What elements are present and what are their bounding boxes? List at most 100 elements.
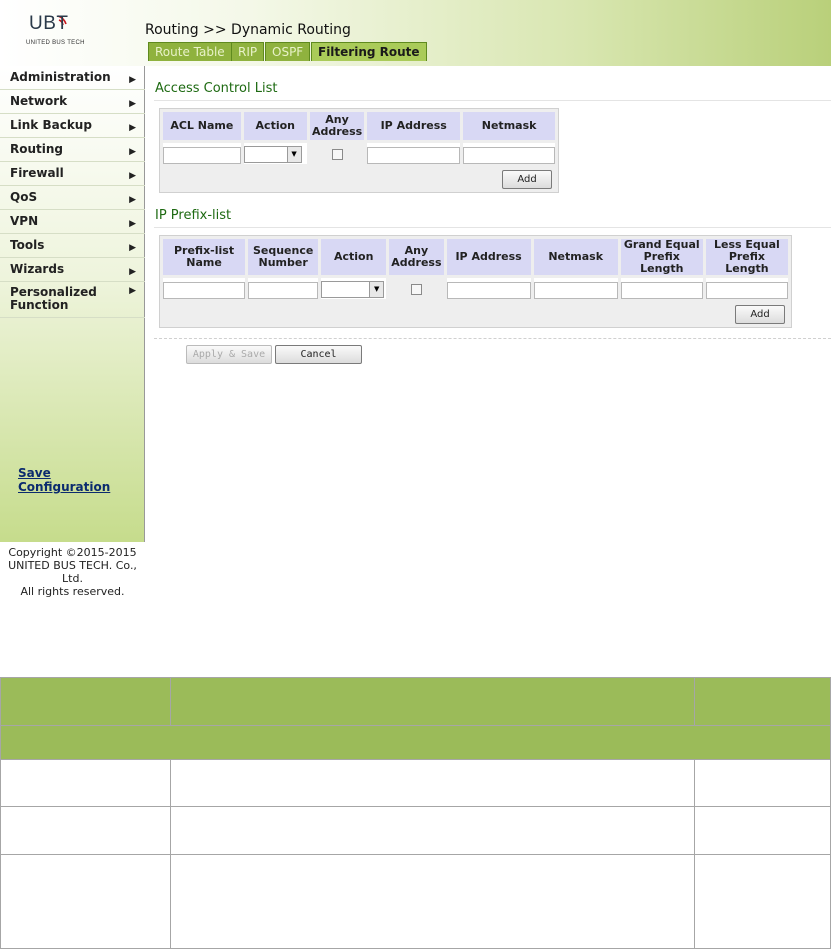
prefix-netmask-input[interactable]: [533, 282, 618, 299]
prefix-seq-cell: [248, 278, 319, 299]
column-header: Action: [321, 239, 387, 275]
copyright-line: UNITED BUS TECH. Co.,: [8, 559, 137, 572]
chevron-right-icon: ▶: [129, 195, 136, 205]
acl-ip-cell: [367, 143, 461, 164]
prefix-action-select[interactable]: ▼: [321, 281, 385, 298]
prefix-ip-address-input[interactable]: [446, 282, 531, 299]
prefix-any-cell: [389, 278, 444, 299]
header-bar: UBT UNITED BUS TECH Routing >> Dynamic R…: [0, 0, 831, 66]
table-section-row: [0, 725, 831, 760]
sidebar-item-wizards[interactable]: Wizards ▶: [0, 258, 145, 282]
sidebar-item-network[interactable]: Network ▶: [0, 90, 145, 114]
table-cell: [694, 759, 831, 807]
less-equal-prefix-length-input[interactable]: [705, 282, 788, 299]
sidebar: Administration ▶ Network ▶ Link Backup ▶ Ro…: [0, 66, 145, 598]
prefix-add-button[interactable]: Add: [735, 305, 785, 324]
chevron-down-icon: ▼: [286, 147, 301, 162]
acl-add-row: Add: [163, 167, 555, 189]
chevron-right-icon: ▶: [129, 147, 136, 157]
acl-table: ACL Name Action Any Address IP Address N…: [159, 108, 559, 193]
prefix-any-address-checkbox[interactable]: [410, 284, 422, 295]
column-header: ACL Name: [163, 112, 241, 140]
acl-section-title: Access Control List: [155, 81, 278, 96]
acl-name-input[interactable]: [163, 147, 241, 164]
sidebar-item-label: Personalized Function: [10, 285, 97, 312]
acl-ip-address-input[interactable]: [367, 147, 461, 164]
column-header: Grand Equal Prefix Length: [620, 239, 703, 275]
sidebar-item-label: Firewall: [10, 166, 64, 180]
cancel-button[interactable]: Cancel: [275, 345, 362, 364]
breadcrumb: Routing >> Dynamic Routing: [145, 22, 351, 38]
prefix-le-cell: [705, 278, 788, 299]
table-cell: [0, 759, 171, 807]
column-header: Any Address: [309, 112, 365, 140]
column-header: Any Address: [389, 239, 444, 275]
tab-rip[interactable]: RIP: [231, 42, 265, 61]
column-header: IP Address: [446, 239, 531, 275]
section-divider: [154, 338, 831, 339]
apply-save-button[interactable]: Apply & Save: [186, 345, 272, 364]
copyright-line: Ltd.: [62, 572, 83, 585]
tab-filtering-route[interactable]: Filtering Route: [311, 42, 427, 61]
logo-brand: UBT: [29, 13, 69, 34]
acl-netmask-input[interactable]: [463, 147, 555, 164]
section-divider: [154, 227, 831, 228]
sidebar-item-tools[interactable]: Tools ▶: [0, 234, 145, 258]
chevron-right-icon: ▶: [129, 219, 136, 229]
sidebar-item-label: Administration: [10, 70, 111, 84]
acl-action-cell: ▼: [243, 143, 307, 164]
chevron-down-icon: ▼: [369, 282, 384, 297]
section-divider: [154, 100, 831, 101]
sidebar-item-firewall[interactable]: Firewall ▶: [0, 162, 145, 186]
acl-action-select[interactable]: ▼: [243, 146, 302, 163]
sidebar-item-link-backup[interactable]: Link Backup ▶: [0, 114, 145, 138]
column-header: Action: [243, 112, 307, 140]
column-header: Prefix-list Name: [163, 239, 246, 275]
table-cell: [0, 854, 171, 949]
sidebar-item-vpn[interactable]: VPN ▶: [0, 210, 145, 234]
prefix-action-cell: ▼: [321, 278, 387, 299]
acl-any-cell: [309, 143, 365, 164]
table-cell: [169, 854, 696, 949]
grand-equal-prefix-length-input[interactable]: [620, 282, 703, 299]
acl-name-cell: [163, 143, 241, 164]
prefix-netmask-cell: [533, 278, 618, 299]
copyright-text: Copyright ©2015-2015 UNITED BUS TECH. Co…: [0, 546, 145, 598]
prefix-ip-cell: [446, 278, 531, 299]
sidebar-item-label: Link Backup: [10, 118, 92, 132]
table-cell: [694, 854, 831, 949]
sidebar-item-label: Network: [10, 94, 68, 108]
chevron-right-icon: ▶: [129, 243, 136, 253]
table-cell: [694, 806, 831, 855]
chevron-right-icon: ▶: [129, 267, 136, 277]
table-header-cell: [169, 677, 696, 726]
chevron-right-icon: ▶: [129, 171, 136, 181]
table-header-cell: [694, 677, 831, 726]
acl-any-address-checkbox[interactable]: [331, 149, 343, 160]
acl-add-button[interactable]: Add: [502, 170, 552, 189]
acl-netmask-cell: [463, 143, 555, 164]
sidebar-item-label: Wizards: [10, 262, 65, 276]
save-configuration-link[interactable]: Save Configuration: [18, 466, 144, 494]
prefix-list-name-input[interactable]: [163, 282, 246, 299]
sidebar-item-personalized-function[interactable]: Personalized Function ▶: [0, 282, 145, 318]
sequence-number-input[interactable]: [248, 282, 319, 299]
sidebar-item-routing[interactable]: Routing ▶: [0, 138, 145, 162]
document-table: [0, 677, 831, 949]
sidebar-item-label: VPN: [10, 214, 39, 228]
chevron-right-icon: ▶: [129, 75, 136, 85]
chevron-right-icon: ▶: [129, 123, 136, 133]
chevron-right-icon: ▶: [129, 286, 136, 296]
table-cell: [169, 806, 696, 855]
main-content: Access Control List ACL Name Action Any …: [146, 66, 831, 542]
prefix-ge-cell: [620, 278, 703, 299]
copyright-line: Copyright ©2015-2015: [8, 546, 137, 559]
prefix-add-row: Add: [163, 302, 788, 324]
table-cell: [0, 806, 171, 855]
tab-route-table[interactable]: Route Table: [148, 42, 232, 61]
sidebar-item-administration[interactable]: Administration ▶: [0, 66, 145, 90]
table-header-cell: [0, 677, 171, 726]
tab-ospf[interactable]: OSPF: [265, 42, 311, 61]
sidebar-item-qos[interactable]: QoS ▶: [0, 186, 145, 210]
chevron-right-icon: ▶: [129, 99, 136, 109]
